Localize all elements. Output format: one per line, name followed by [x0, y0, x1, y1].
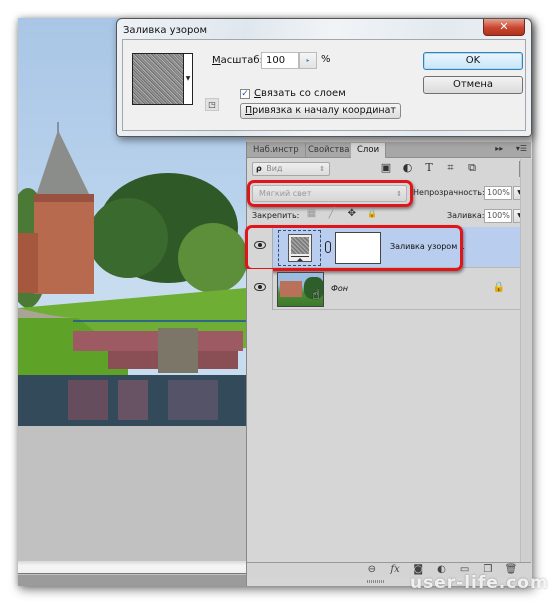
eye-icon: [254, 283, 266, 291]
close-button[interactable]: ✕: [483, 19, 525, 36]
scale-label-text: асштаб:: [220, 55, 263, 66]
reflection: [118, 380, 148, 420]
scale-label: Масштаб:: [212, 55, 263, 66]
lock-transparent-icon[interactable]: ▦: [303, 208, 320, 219]
spin-icon: ⇕: [319, 165, 325, 173]
pattern-picker-dropdown[interactable]: ▼: [183, 53, 193, 105]
opacity-label: Непрозрачность:: [413, 188, 485, 197]
highlight-outline: [247, 180, 413, 207]
layer-filter-select[interactable]: ρ Вид ⇕: [252, 162, 330, 176]
dialog-title: Заливка узором: [123, 25, 208, 36]
link-label-accel: С: [254, 88, 261, 99]
panel-tabs: Наб.инстр Свойства Слои ▸▸ ▾☰: [247, 142, 531, 158]
panel-resize-grip[interactable]: [367, 580, 385, 583]
shape-filter-icon[interactable]: ⌗: [442, 161, 460, 175]
lock-position-icon[interactable]: ✥: [343, 208, 360, 219]
tower-body: [34, 194, 94, 294]
panel-tab-controls: ▸▸ ▾☰: [485, 144, 527, 153]
tower-top: [34, 194, 94, 202]
snap-to-origin-button[interactable]: Привязка к началу координат: [240, 103, 401, 119]
blend-row: Мягкий свет ⇕ Непрозрачность: 100% ▼: [247, 180, 531, 207]
link-layers-icon[interactable]: ⊖: [362, 564, 382, 575]
tab-layers[interactable]: Слои: [351, 143, 387, 158]
image-filter-icon[interactable]: ▣: [377, 161, 395, 174]
filter-icons: ▣ ◐ T ⌗ ⧉: [377, 161, 481, 175]
type-filter-icon[interactable]: T: [420, 161, 438, 174]
search-icon: ρ: [256, 164, 262, 173]
snap-label-text: ривязка к началу координат: [252, 105, 396, 116]
fill-label: Заливка:: [447, 211, 485, 220]
thumb-wall: [280, 281, 302, 297]
adjustment-filter-icon[interactable]: ◐: [399, 161, 417, 174]
dialog-body: ▼ ◳ Масштаб: 100 ▸ % ✓ Связать со слоем …: [122, 39, 526, 131]
scale-slider-toggle[interactable]: ▸: [299, 52, 317, 69]
layer-name[interactable]: Фон: [331, 284, 348, 293]
scale-unit: %: [321, 54, 331, 65]
filter-row: ρ Вид ⇕ ▣ ◐ T ⌗ ⧉: [247, 159, 531, 181]
canvas-bottom-bar: [18, 561, 246, 574]
ok-button[interactable]: OK: [423, 52, 523, 70]
pattern-fill-dialog: Заливка узором ✕ ▼ ◳ Масштаб: 100 ▸ % ✓ …: [116, 18, 532, 137]
reflection: [168, 380, 218, 420]
hand-cursor-icon: ☝: [312, 288, 320, 303]
lock-icons: ▦ ╱ ✥ 🔒: [303, 208, 381, 219]
photo-trees: [178, 223, 246, 293]
watermark: user-life.com: [410, 573, 549, 593]
lock-row: Закрепить: ▦ ╱ ✥ 🔒 Заливка: 100% ▼: [247, 208, 531, 226]
filter-kind-value: Вид: [266, 164, 283, 173]
tab-properties[interactable]: Свойства: [302, 143, 357, 158]
pattern-picker-swatch[interactable]: [132, 53, 184, 105]
lock-icon: 🔒: [492, 282, 505, 293]
layers-panel: Наб.инстр Свойства Слои ▸▸ ▾☰ ρ Вид ⇕ ▣ …: [245, 142, 532, 586]
highlight-outline: [245, 225, 463, 271]
smart-object-filter-icon[interactable]: ⧉: [463, 161, 481, 175]
scale-input[interactable]: 100: [261, 52, 299, 69]
cascade: [158, 328, 198, 373]
collapse-panel-icon[interactable]: ▸▸: [495, 144, 503, 153]
layer-row-background[interactable]: ☝ Фон 🔒: [247, 269, 531, 310]
fx-icon[interactable]: fx: [385, 564, 405, 575]
panel-menu-icon[interactable]: ▾☰: [516, 144, 527, 153]
new-preset-icon[interactable]: ◳: [205, 98, 219, 111]
photo-trees: [88, 198, 168, 278]
cancel-button[interactable]: Отмена: [423, 76, 523, 94]
panel-scrollbar[interactable]: [520, 159, 532, 562]
lock-label: Закрепить:: [252, 211, 300, 220]
fill-input[interactable]: 100%: [484, 209, 512, 223]
reflection: [68, 380, 108, 420]
tower-roof: [36, 130, 90, 196]
link-label-text: вязать со слоем: [260, 88, 346, 99]
lock-pixels-icon[interactable]: ╱: [323, 208, 340, 219]
tab-tool-presets[interactable]: Наб.инстр: [247, 143, 306, 158]
link-with-layer-label[interactable]: Связать со слоем: [254, 88, 346, 99]
wall: [18, 233, 38, 293]
link-with-layer-checkbox[interactable]: ✓: [240, 89, 250, 99]
lock-all-icon[interactable]: 🔒: [364, 209, 381, 218]
opacity-input[interactable]: 100%: [484, 186, 512, 200]
status-bar: [18, 575, 246, 586]
background-thumbnail[interactable]: ☝: [277, 272, 324, 307]
scale-label-accel: М: [212, 55, 221, 66]
visibility-toggle[interactable]: [247, 269, 273, 310]
